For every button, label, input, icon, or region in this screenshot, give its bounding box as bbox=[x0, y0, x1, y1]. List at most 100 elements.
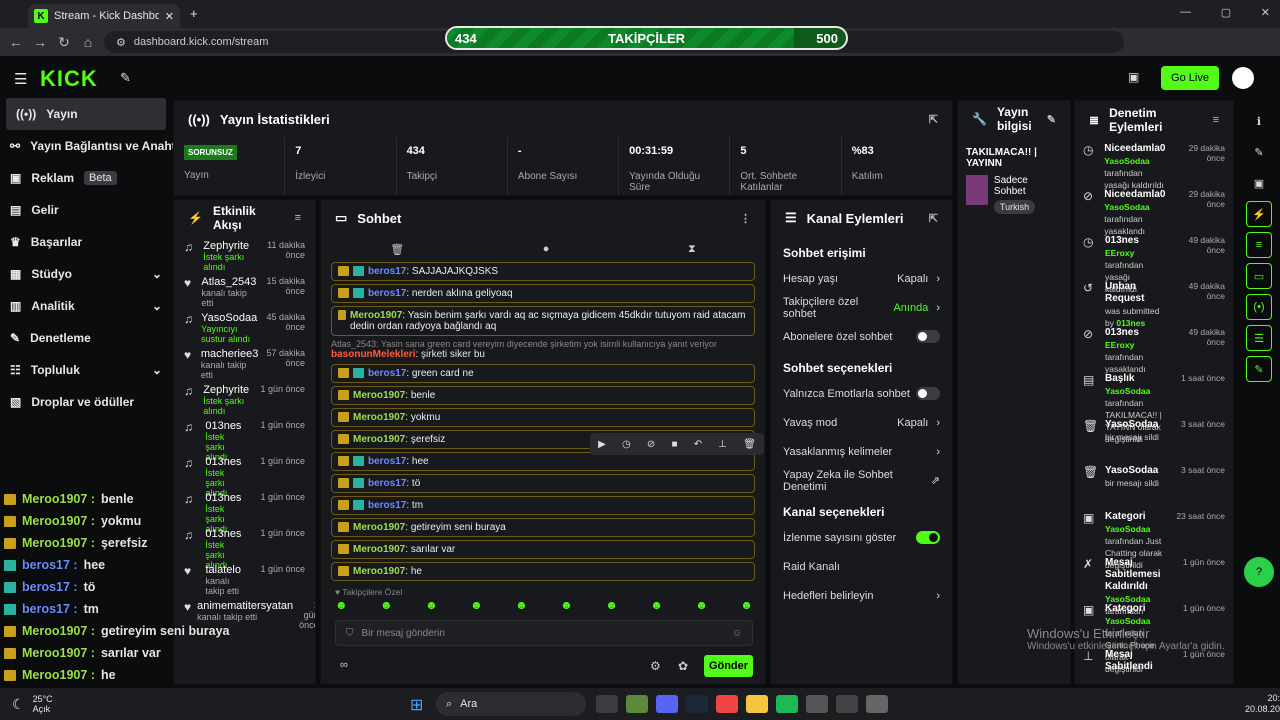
emote-icon-6[interactable]: ☻ bbox=[560, 598, 573, 612]
chevron-right-icon[interactable]: › bbox=[936, 417, 940, 429]
sidebar-item[interactable]: ✎ Denetleme bbox=[0, 322, 172, 354]
mod-actor[interactable]: EEroxy bbox=[1105, 340, 1134, 350]
emote-icon-8[interactable]: ☻ bbox=[650, 598, 663, 612]
steam-icon[interactable] bbox=[686, 695, 708, 713]
layers-icon[interactable]: ☰ bbox=[1246, 325, 1272, 351]
channel-setting-row[interactable]: Hesap yaşı Kapalı › bbox=[771, 264, 952, 293]
sidebar-item[interactable]: ▦ Stüdyo ⌄ bbox=[0, 258, 172, 290]
chat-username[interactable]: beros17 bbox=[368, 478, 406, 489]
chat-message[interactable]: beros17: tö bbox=[331, 474, 755, 493]
channel-setting-row[interactable]: Yapay Zeka ile Sohbet Denetimi ⇗ bbox=[771, 466, 952, 495]
filter-icon[interactable]: ≡ bbox=[1213, 114, 1219, 126]
chat-message[interactable]: beros17: green card ne bbox=[331, 364, 755, 383]
mod-action-item[interactable]: ◷ Niceedamla0 YasoSodaa tarafından yasağı … bbox=[1075, 139, 1233, 190]
activity-item[interactable]: ♥ Atlas_2543 kanalı takip etti 15 dakika ön… bbox=[174, 272, 315, 308]
external-link-icon[interactable]: ⇗ bbox=[931, 474, 940, 487]
chat-message[interactable]: Meroo1907: Yasin benim şarkı vardı aq ac… bbox=[331, 306, 755, 336]
channel-setting-row[interactable]: Yalnızca Emotlarla sohbet bbox=[771, 379, 952, 408]
mod-action-item[interactable]: ⊘ 013nes EEroxy tarafından yasaklandı 49 da… bbox=[1075, 323, 1233, 374]
activity-user[interactable]: YasoSodaa bbox=[201, 312, 257, 324]
mod-action-item[interactable]: ▣ Kategori YasoSodaa tarafından Just Chatt… bbox=[1075, 507, 1233, 570]
edit-icon[interactable]: ✎ bbox=[1047, 113, 1056, 126]
channel-setting-row[interactable]: Yasaklanmış kelimeler › bbox=[771, 437, 952, 466]
forward-icon[interactable]: → bbox=[28, 34, 52, 50]
chat-username[interactable]: Meroo1907 bbox=[353, 544, 405, 555]
activity-item[interactable]: ♫ Zephyrite İstek şarkı alındı 11 dakika ön… bbox=[174, 236, 315, 272]
kick-logo[interactable]: KICK bbox=[40, 66, 98, 92]
hourglass-icon[interactable]: ⧗ bbox=[688, 243, 696, 256]
obs-icon[interactable] bbox=[836, 695, 858, 713]
chevron-right-icon[interactable]: › bbox=[936, 273, 940, 285]
go-live-button[interactable]: Go Live bbox=[1161, 66, 1219, 90]
chevron-right-icon[interactable]: › bbox=[936, 446, 940, 458]
mod-action-item[interactable]: ◷ 013nes EEroxy tarafından yasağı kaldırıl… bbox=[1075, 231, 1233, 294]
emote-icon[interactable]: ● bbox=[543, 243, 550, 255]
trash-icon[interactable]: 🗑 bbox=[390, 243, 404, 256]
settings-icon[interactable]: ⚙ bbox=[650, 659, 661, 673]
emote-icon-2[interactable]: ☻ bbox=[380, 598, 393, 612]
activity-item[interactable]: ♫ 013nes İstek şarkı alındı 1 gün önce bbox=[174, 452, 315, 498]
chat-message[interactable]: beros17: tm bbox=[331, 496, 755, 515]
delete-icon[interactable]: 🗑 bbox=[743, 439, 756, 450]
mod-actor[interactable]: YasoSodaa bbox=[1105, 524, 1150, 534]
mod-action-item[interactable]: ⊘ Niceedamla0 YasoSodaa tarafından yasakla… bbox=[1075, 185, 1233, 236]
close-window-icon[interactable]: ✕ bbox=[1261, 6, 1270, 19]
chat-message[interactable]: Meroo1907: yokmu bbox=[331, 408, 755, 427]
emote-icon-7[interactable]: ☻ bbox=[605, 598, 618, 612]
activity-user[interactable]: Zephyrite bbox=[203, 384, 249, 396]
wrench-icon[interactable]: ✎ bbox=[1246, 356, 1272, 382]
chevron-right-icon[interactable]: › bbox=[936, 302, 940, 314]
chat-message[interactable]: Meroo1907: sarılar var bbox=[331, 540, 755, 559]
emote-icon-3[interactable]: ☻ bbox=[425, 598, 438, 612]
pencil-icon[interactable]: ✎ bbox=[1246, 139, 1272, 165]
popout-icon[interactable]: ⇱ bbox=[929, 113, 938, 126]
chat-message[interactable]: Meroo1907: he bbox=[331, 562, 755, 581]
pin-icon[interactable]: ⊥ bbox=[718, 439, 727, 450]
discord-icon[interactable] bbox=[656, 695, 678, 713]
emote-icon-4[interactable]: ☻ bbox=[470, 598, 483, 612]
chat-username[interactable]: Meroo1907 bbox=[353, 434, 405, 445]
list-icon[interactable]: ≡ bbox=[1246, 232, 1272, 258]
close-tab-icon[interactable]: ✕ bbox=[165, 10, 174, 23]
channel-setting-row[interactable]: Yavaş mod Kapalı › bbox=[771, 408, 952, 437]
site-info-icon[interactable]: ⚙ bbox=[116, 36, 126, 49]
activity-user[interactable]: 013nes bbox=[205, 456, 241, 468]
spotify-icon[interactable] bbox=[776, 695, 798, 713]
activity-item[interactable]: ♥ macheriee3 kanalı takip etti 57 dakika ön… bbox=[174, 344, 315, 380]
sidebar-item[interactable]: ⚯ Yayın Bağlantısı ve Anahtarı bbox=[0, 130, 190, 162]
mod-action-item[interactable]: ▤ Başlık YasoSodaa tarafından TAKILMACA!! … bbox=[1075, 369, 1233, 444]
menu-icon[interactable]: ☰ bbox=[14, 70, 27, 88]
home-icon[interactable]: ⌂ bbox=[76, 34, 100, 50]
mod-actor[interactable]: EEroxy bbox=[1105, 248, 1134, 258]
emote-icon-5[interactable]: ☻ bbox=[515, 598, 528, 612]
chat-message[interactable]: beros17: SAJJAJAJKQJSKS bbox=[331, 262, 755, 281]
activity-user[interactable]: 013nes bbox=[205, 420, 241, 432]
browser-tab[interactable]: K Stream - Kick Dashboard ✕ bbox=[28, 4, 180, 28]
emote-picker-icon[interactable]: ✿ bbox=[678, 659, 688, 673]
sidebar-item[interactable]: ▤ Gelir bbox=[0, 194, 172, 226]
channel-setting-row[interactable]: İzlenme sayısını göster bbox=[771, 523, 952, 552]
minecraft-icon[interactable] bbox=[626, 695, 648, 713]
mod-actor[interactable]: YasoSodaa bbox=[1105, 386, 1150, 396]
back-icon[interactable]: ← bbox=[4, 34, 28, 50]
chat-username[interactable]: beros17 bbox=[368, 288, 406, 299]
avatar[interactable] bbox=[1232, 67, 1254, 89]
toggle-switch[interactable] bbox=[916, 387, 940, 400]
more-icon[interactable]: ⋮ bbox=[740, 212, 751, 225]
mod-actor[interactable]: YasoSodaa bbox=[1104, 202, 1149, 212]
lightning-icon[interactable]: ⚡ bbox=[1246, 201, 1272, 227]
camera-icon[interactable]: ▣ bbox=[1246, 170, 1272, 196]
start-icon[interactable]: ⊞ bbox=[410, 695, 423, 715]
mod-actor[interactable]: YasoSodaa bbox=[1105, 616, 1150, 626]
explorer-icon[interactable] bbox=[746, 695, 768, 713]
sidebar-item[interactable]: ((•)) Yayın bbox=[6, 98, 166, 130]
channel-setting-row[interactable]: Raid Kanalı bbox=[771, 552, 952, 581]
mod-action-item[interactable]: ↺ Unban Request was submitted by 013nes 49 … bbox=[1075, 277, 1233, 328]
toggle-switch[interactable] bbox=[916, 531, 940, 544]
chat-username[interactable]: beros17 bbox=[368, 500, 406, 511]
activity-user[interactable]: macheriee3 bbox=[201, 348, 258, 360]
channel-setting-row[interactable]: Abonelere özel sohbet bbox=[771, 322, 952, 351]
chat-input[interactable]: ⛉ Bir mesaj gönderin ☺ bbox=[335, 620, 753, 646]
emote-icon-9[interactable]: ☻ bbox=[695, 598, 708, 612]
chat-message[interactable]: beros17: nerden aklına geliyoaq bbox=[331, 284, 755, 303]
